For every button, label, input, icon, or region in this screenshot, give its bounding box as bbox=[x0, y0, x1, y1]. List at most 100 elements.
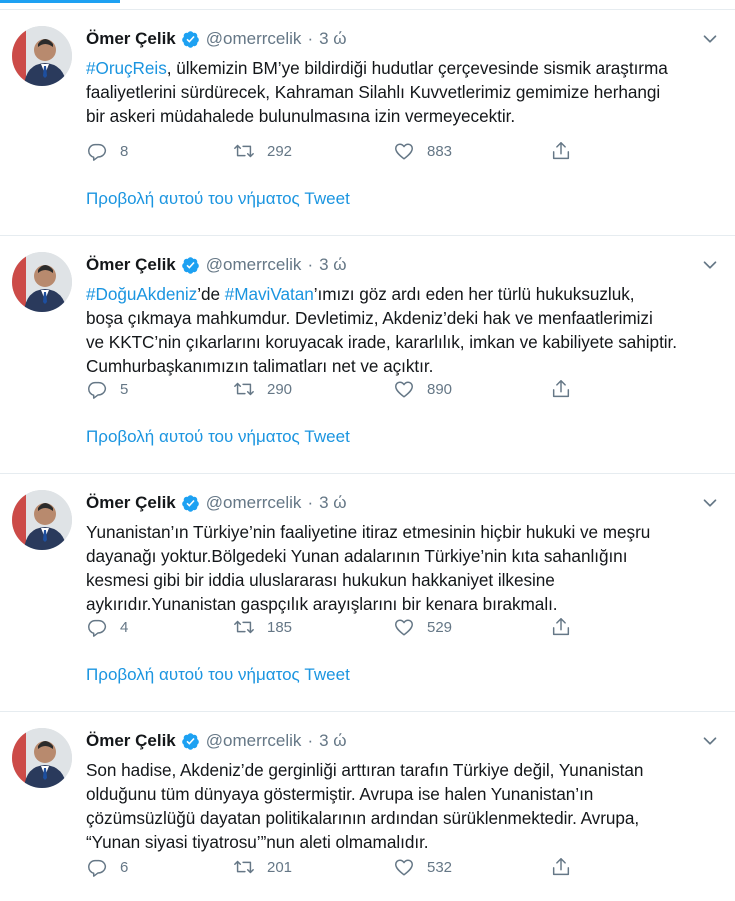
separator: · bbox=[307, 29, 314, 48]
reply-icon bbox=[88, 143, 107, 161]
tweet-actions: 5 290 890 bbox=[86, 375, 721, 403]
tweet[interactable]: Ömer Çelik @omerrcelik · 3 ώ #DoğuAkdeni… bbox=[0, 236, 735, 474]
tweet-header: Ömer Çelik @omerrcelik · 3 ώ bbox=[86, 250, 721, 280]
active-tab-indicator bbox=[0, 0, 120, 3]
chevron-down-icon[interactable] bbox=[699, 28, 721, 50]
tweet-text-line: faaliyetlerini sürdürecek, Kahraman Sila… bbox=[86, 80, 721, 104]
tweet-text-run: kesmesi gibi bir iddia uluslararası huku… bbox=[86, 570, 555, 590]
reply-button[interactable]: 8 bbox=[86, 137, 128, 165]
retweet-icon bbox=[234, 382, 254, 396]
tweet[interactable]: Ömer Çelik @omerrcelik · 3 ώ Yunanistan’… bbox=[0, 474, 735, 712]
author-name[interactable]: Ömer Çelik bbox=[86, 493, 176, 513]
retweet-count: 185 bbox=[267, 618, 293, 636]
tweet-text-line: olduğunu tüm dünyaya göstermiştir. Avrup… bbox=[86, 782, 721, 806]
reply-button[interactable]: 6 bbox=[86, 853, 128, 881]
tweet[interactable]: Ömer Çelik @omerrcelik · 3 ώ Son hadise,… bbox=[0, 712, 735, 901]
tweet-text: Yunanistan’ın Türkiye’nin faaliyetine it… bbox=[86, 520, 721, 616]
hashtag-link[interactable]: #DoğuAkdeniz bbox=[86, 284, 197, 304]
share-icon bbox=[552, 142, 570, 160]
tweet-text-run: çözümsüzlüğü dayatan politikalarının ard… bbox=[86, 808, 640, 828]
author-name[interactable]: Ömer Çelik bbox=[86, 255, 176, 275]
share-button[interactable] bbox=[550, 375, 572, 403]
like-count: 883 bbox=[427, 142, 453, 160]
tweet-actions: 6 201 532 bbox=[86, 853, 721, 881]
separator: · bbox=[307, 731, 314, 750]
author-handle[interactable]: @omerrcelik bbox=[206, 255, 302, 275]
like-button[interactable]: 890 bbox=[393, 375, 452, 403]
chevron-down-icon[interactable] bbox=[699, 730, 721, 752]
tweet-text-line: “Yunan siyasi tiyatrosu’”nun aleti olmam… bbox=[86, 830, 721, 854]
tweet-text: Son hadise, Akdeniz’de gerginliği arttır… bbox=[86, 758, 721, 854]
like-button[interactable]: 532 bbox=[393, 853, 452, 881]
tweet-text-run: Yunanistan’ın Türkiye’nin faaliyetine it… bbox=[86, 522, 651, 542]
reply-count: 5 bbox=[120, 380, 129, 398]
tweet-text-run: boşa çıkmaya mahkumdur. Devletimiz, Akde… bbox=[86, 308, 653, 328]
tweet-text-line: bir askeri müdahalede bulunulmasına izin… bbox=[86, 104, 721, 128]
share-button[interactable] bbox=[550, 853, 572, 881]
author-name[interactable]: Ömer Çelik bbox=[86, 731, 176, 751]
avatar[interactable] bbox=[12, 490, 72, 550]
tweet-feed: Ömer Çelik @omerrcelik · 3 ώ #OruçReis, … bbox=[0, 10, 735, 901]
share-button[interactable] bbox=[550, 137, 572, 165]
reply-icon bbox=[88, 381, 107, 399]
separator: · bbox=[307, 493, 314, 512]
retweet-button[interactable]: 201 bbox=[233, 853, 292, 881]
tweet-body: Ömer Çelik @omerrcelik · 3 ώ #DoğuAkdeni… bbox=[86, 250, 721, 378]
tweet-text-line: çözümsüzlüğü dayatan politikalarının ard… bbox=[86, 806, 721, 830]
tweet-body: Ömer Çelik @omerrcelik · 3 ώ Yunanistan’… bbox=[86, 488, 721, 616]
tweet-text-line: #DoğuAkdeniz’de #MaviVatan’ımızı göz ard… bbox=[86, 282, 721, 306]
tweet-text-run: ’ımızı göz ardı eden her türlü hukuksuzl… bbox=[313, 284, 635, 304]
retweet-button[interactable]: 290 bbox=[233, 375, 292, 403]
tweet-header: Ömer Çelik @omerrcelik · 3 ώ bbox=[86, 726, 721, 756]
tweet-body: Ömer Çelik @omerrcelik · 3 ώ Son hadise,… bbox=[86, 726, 721, 854]
tweet-text-run: bir askeri müdahalede bulunulmasına izin… bbox=[86, 106, 516, 126]
like-count: 529 bbox=[427, 618, 453, 636]
tweet[interactable]: Ömer Çelik @omerrcelik · 3 ώ #OruçReis, … bbox=[0, 10, 735, 236]
reply-button[interactable]: 4 bbox=[86, 613, 128, 641]
tweet-text-run: dayanağı yoktur.Bölgedeki Yunan adaların… bbox=[86, 546, 628, 566]
heart-icon bbox=[395, 859, 413, 876]
avatar[interactable] bbox=[12, 252, 72, 312]
author-handle[interactable]: @omerrcelik bbox=[206, 493, 302, 513]
tweet-text-run: Son hadise, Akdeniz’de gerginliği arttır… bbox=[86, 760, 644, 780]
chevron-down-icon[interactable] bbox=[699, 492, 721, 514]
author-handle[interactable]: @omerrcelik bbox=[206, 731, 302, 751]
timestamp[interactable]: 3 ώ bbox=[319, 493, 346, 513]
tweet-text-line: dayanağı yoktur.Bölgedeki Yunan adaların… bbox=[86, 544, 721, 568]
share-icon bbox=[552, 380, 570, 398]
author-handle[interactable]: @omerrcelik bbox=[206, 29, 302, 49]
show-thread-link[interactable]: Προβολή αυτού του νήματος Tweet bbox=[86, 665, 350, 685]
tweet-text-run: aykırıdır.Yunanistan gaspçılık arayışlar… bbox=[86, 594, 558, 614]
like-button[interactable]: 883 bbox=[393, 137, 452, 165]
tweet-text-run: olduğunu tüm dünyaya göstermiştir. Avrup… bbox=[86, 784, 594, 804]
reply-button[interactable]: 5 bbox=[86, 375, 128, 403]
hashtag-link[interactable]: #MaviVatan bbox=[225, 284, 314, 304]
tweet-text-run: “Yunan siyasi tiyatrosu’”nun aleti olmam… bbox=[86, 832, 429, 852]
retweet-button[interactable]: 292 bbox=[233, 137, 292, 165]
avatar[interactable] bbox=[12, 728, 72, 788]
verified-badge-icon bbox=[181, 494, 199, 512]
tweet-text-run: , ülkemizin BM’ye bildirdiği hudutlar çe… bbox=[166, 58, 668, 78]
avatar[interactable] bbox=[12, 26, 72, 86]
author-name[interactable]: Ömer Çelik bbox=[86, 29, 176, 49]
timestamp[interactable]: 3 ώ bbox=[319, 731, 346, 751]
reply-count: 8 bbox=[120, 142, 129, 160]
tweet-text-line: Yunanistan’ın Türkiye’nin faaliyetine it… bbox=[86, 520, 721, 544]
reply-count: 4 bbox=[120, 618, 129, 636]
retweet-button[interactable]: 185 bbox=[233, 613, 292, 641]
retweet-count: 201 bbox=[267, 858, 293, 876]
timestamp[interactable]: 3 ώ bbox=[319, 255, 346, 275]
hashtag-link[interactable]: #OruçReis bbox=[86, 58, 167, 78]
share-icon bbox=[552, 618, 570, 636]
share-button[interactable] bbox=[550, 613, 572, 641]
timestamp[interactable]: 3 ώ bbox=[319, 29, 346, 49]
like-button[interactable]: 529 bbox=[393, 613, 452, 641]
chevron-down-icon[interactable] bbox=[699, 254, 721, 276]
show-thread-link[interactable]: Προβολή αυτού του νήματος Tweet bbox=[86, 189, 350, 209]
tweet-text-run: ve KKTC’nin çıkarlarını koruyacak irade,… bbox=[86, 332, 678, 352]
show-thread-link[interactable]: Προβολή αυτού του νήματος Tweet bbox=[86, 427, 350, 447]
heart-icon bbox=[395, 143, 413, 160]
verified-badge-icon bbox=[181, 256, 199, 274]
heart-icon bbox=[395, 381, 413, 398]
tweet-actions: 8 292 883 bbox=[86, 137, 721, 165]
